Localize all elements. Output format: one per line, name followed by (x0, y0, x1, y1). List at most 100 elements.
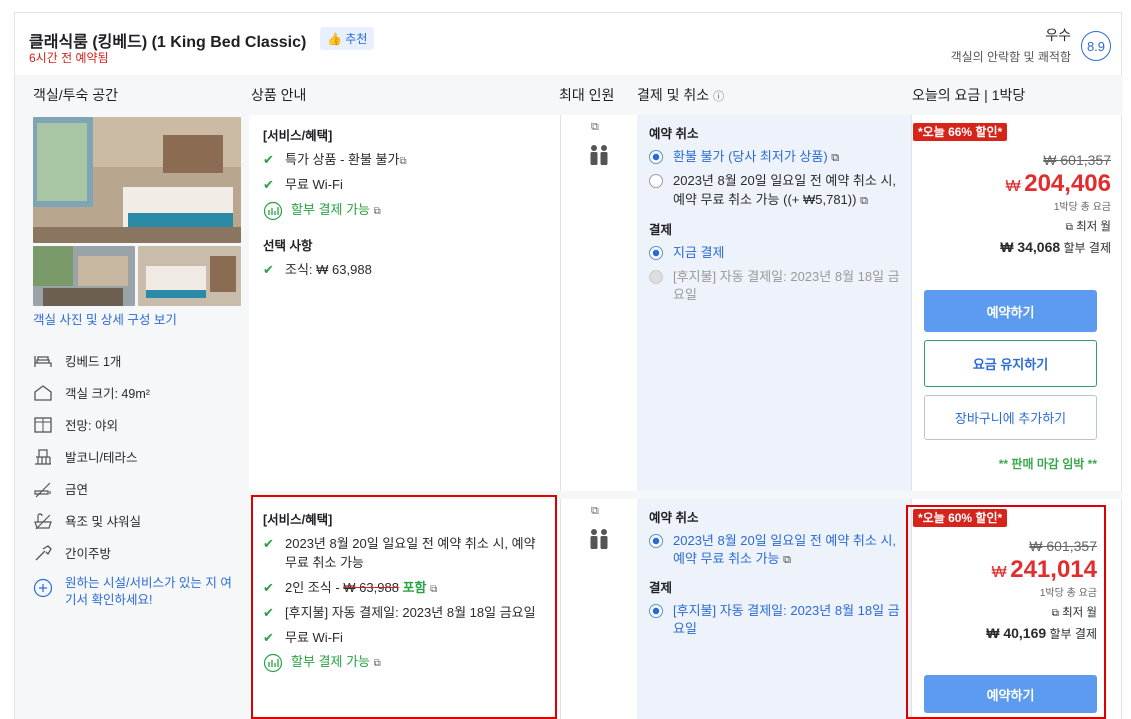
installment-price: ₩ 40,169 할부 결제 (911, 625, 1097, 642)
strike-price: ₩ 63,988 (343, 579, 399, 595)
cancel-title: 예약 취소 (649, 127, 699, 141)
pay-option-now[interactable]: 지금 결제 (649, 244, 901, 262)
services-title: [서비스/혜택] (263, 513, 333, 527)
installment-label: 할부 결제 가능 (291, 201, 370, 217)
cancel-option-free[interactable]: 2023년 8월 20일 일요일 전 예약 취소 시, 예약 무료 취소 가능 … (649, 172, 901, 209)
radio-disabled (649, 270, 663, 285)
feature-room-size: 객실 크기: 49m² (33, 383, 150, 402)
external-link-icon: ⧉ (860, 194, 868, 207)
service-item: ✔ 2인 조식 - ₩ 63,988 포함 ⧉ (263, 579, 543, 598)
service-item: ✔ [후지불] 자동 결제일: 2023년 8월 18일 금요일 (263, 604, 543, 623)
guest-info-icon[interactable]: ⧉ (591, 121, 599, 134)
per-night-total: 1박당 총 요금 (1039, 588, 1097, 599)
service-item: ✔ 무료 Wi-Fi (263, 629, 543, 648)
info-icon[interactable]: ⓘ (713, 91, 724, 103)
pay-option-later: [후지불] 자동 결제일: 2023년 8월 18일 금요일 (649, 268, 901, 304)
price-value: 241,014 (1010, 556, 1097, 583)
installment-item[interactable]: 할부 결제 가능 ⧉ (263, 653, 543, 673)
room-photo-link[interactable]: 객실 사진 및 상세 구성 보기 (33, 309, 177, 328)
external-link-icon: ⧉ (1065, 222, 1073, 233)
room-photo-thumb-1[interactable] (33, 246, 135, 306)
options-title: 선택 사항 (263, 238, 313, 253)
radio-selected[interactable] (649, 150, 663, 164)
add-to-cart-button[interactable]: 장바구니에 추가하기 (924, 395, 1097, 440)
feature-balcony: 발코니/테라스 (33, 447, 137, 466)
guest-info-icon[interactable]: ⧉ (591, 505, 599, 518)
option-label: 조식: (285, 261, 317, 277)
pay-option-later[interactable]: [후지불] 자동 결제일: 2023년 8월 18일 금요일 (649, 602, 901, 638)
facility-search-link[interactable]: 원하는 시설/서비스가 있는 지 여기서 확인하세요! (33, 575, 243, 609)
current-price: ₩ 241,014 (911, 556, 1098, 584)
installment-label: 할부 결제 가능 (291, 654, 370, 670)
external-link-icon[interactable]: ⧉ (430, 584, 437, 595)
radio-unselected[interactable] (649, 174, 663, 189)
monthly-min[interactable]: ⧉ 최저 월 (911, 218, 1111, 234)
check-icon: ✔ (263, 152, 274, 168)
kitchenette-icon (35, 544, 52, 560)
radio-selected[interactable] (649, 603, 663, 618)
keep-price-button[interactable]: 요금 유지하기 (924, 340, 1097, 387)
offer2-cancel-payment: 예약 취소 2023년 8월 20일 일요일 전 예약 취소 시, 예약 무료 … (649, 507, 901, 638)
feature-view: 전망: 야외 (33, 415, 118, 434)
deal-badge: *오늘 60% 할인* (913, 509, 1008, 527)
room-main-photo[interactable] (33, 117, 241, 243)
facility-search-label: 원하는 시설/서비스가 있는 지 여기서 확인하세요! (65, 576, 232, 607)
service-item: ✔ 무료 Wi-Fi (263, 176, 553, 195)
original-price: ₩ 601,357 (1029, 538, 1097, 554)
installment-price: ₩ 34,068 할부 결제 (911, 239, 1111, 256)
service-text: 2023년 8월 20일 일요일 전 예약 취소 시, 예약 무료 취소 가능 (285, 536, 536, 570)
offer2-product: [서비스/혜택] ✔ 2023년 8월 20일 일요일 전 예약 취소 시, 예약… (263, 511, 543, 673)
two-guests-icon (590, 529, 608, 549)
pay-title: 결제 (649, 222, 673, 237)
external-link-icon: ⧉ (783, 554, 791, 567)
room-photo-thumb-2[interactable] (138, 246, 241, 306)
services-title: [서비스/혜택] (263, 129, 333, 143)
rating-description: 객실의 안락함 및 쾌적함 (950, 50, 1071, 64)
original-price: ₩ 601,357 (1043, 152, 1111, 168)
check-icon: ✔ (263, 176, 274, 192)
cancel-option-label: 환불 불가 (당사 최저가 상품) (673, 149, 828, 164)
pay-option-label: 지금 결제 (673, 244, 725, 260)
per-night-total: 1박당 총 요금 (1053, 202, 1111, 213)
option-item[interactable]: ✔ 조식: ₩ 63,988 (263, 261, 553, 280)
header-price-today: 오늘의 요금 | 1박당 (912, 87, 1026, 103)
cancel-option-free[interactable]: 2023년 8월 20일 일요일 전 예약 취소 시, 예약 무료 취소 가능 … (649, 532, 901, 569)
cancel-option-nonrefundable[interactable]: 환불 불가 (당사 최저가 상품) ⧉ (649, 148, 901, 166)
installment-amount: ₩ 34,068 (1000, 239, 1061, 255)
header-room-space: 객실/투숙 공간 (33, 87, 119, 103)
external-link-icon: ⧉ (373, 205, 381, 217)
header-max-guests: 최대 인원 (559, 87, 615, 103)
check-icon: ✔ (263, 604, 274, 620)
monthly-min[interactable]: ⧉ 최저 월 (911, 604, 1097, 620)
option-price: ₩ 63,988 (316, 261, 372, 277)
closing-soon-notice: ** 판매 마감 임박 ** (998, 457, 1097, 471)
offer1-cancel-payment: 예약 취소 환불 불가 (당사 최저가 상품) ⧉ 2023년 8월 20일 일… (649, 123, 901, 305)
feature-kitchenette: 간이주방 (33, 543, 111, 562)
offer1-price: *오늘 66% 할인* ₩ 601,357 ₩ 204,406 1박당 총 요금… (911, 123, 1111, 256)
service-item: ✔ 2023년 8월 20일 일요일 전 예약 취소 시, 예약 무료 취소 가능 (263, 535, 543, 573)
radio-selected[interactable] (649, 245, 663, 260)
installment-suffix: 할부 결제 (1060, 241, 1111, 255)
feature-label: 킹베드 1개 (65, 355, 122, 369)
current-price: ₩ 204,406 (911, 170, 1112, 198)
service-item: ✔ 특가 상품 - 환불 불가⧉ (263, 151, 553, 170)
room-card: 클래식룸 (킹베드) (1 King Bed Classic) 6시간 전 예약… (14, 12, 1123, 719)
offer2-price: *오늘 60% 할인* ₩ 601,357 ₩ 241,014 1박당 총 요금… (911, 509, 1097, 642)
pay-option-label: [후지불] 자동 결제일: 2023년 8월 18일 금요일 (673, 602, 900, 636)
feature-label: 전망: 야외 (65, 419, 118, 433)
monthly-min-label: 최저 월 (1062, 607, 1097, 619)
book-button[interactable]: 예약하기 (924, 675, 1097, 713)
external-link-icon[interactable]: ⧉ (399, 156, 406, 167)
book-button[interactable]: 예약하기 (924, 290, 1097, 332)
installment-item[interactable]: 할부 결제 가능 ⧉ (263, 201, 553, 221)
feature-label: 발코니/테라스 (65, 451, 138, 465)
header-payment-cancel[interactable]: 결제 및 취소 ⓘ (637, 85, 724, 105)
monthly-min-label: 최저 월 (1076, 221, 1111, 233)
installment-icon (263, 654, 283, 673)
radio-selected[interactable] (649, 534, 663, 548)
service-text: 무료 Wi-Fi (285, 629, 343, 645)
recommend-badge[interactable]: 👍 추천 (320, 27, 375, 50)
pay-option-label: [후지불] 자동 결제일: 2023년 8월 18일 금요일 (673, 269, 900, 303)
recommend-label: 추천 (345, 32, 368, 46)
service-text: [후지불] 자동 결제일: 2023년 8월 18일 금요일 (285, 604, 536, 620)
